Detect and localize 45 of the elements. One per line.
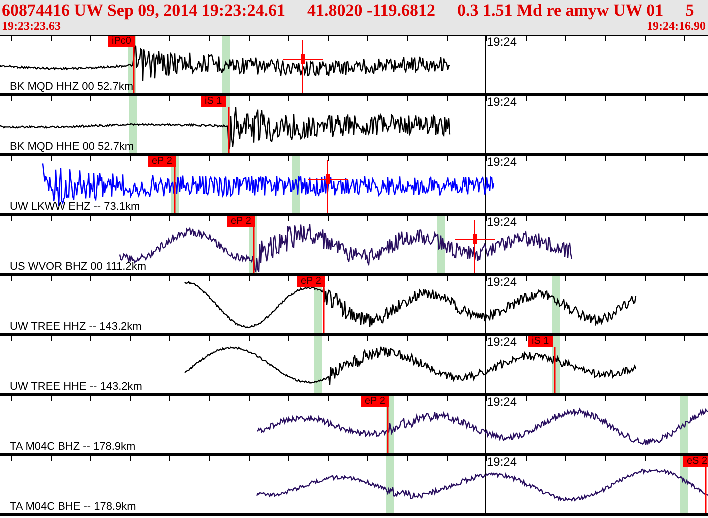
phase-pick-flag[interactable]: iS 1 bbox=[201, 96, 226, 107]
pick-window-band bbox=[222, 36, 230, 93]
time-label: 19:24 bbox=[487, 276, 518, 289]
phase-pick-flag[interactable]: eP 2 bbox=[297, 276, 326, 287]
pick-line bbox=[228, 107, 230, 153]
time-label: 19:24 bbox=[487, 396, 518, 409]
channel-label: TA M04C BHZ -- 178.9km bbox=[10, 441, 136, 453]
event-info-text: 41.8020 -119.6812 bbox=[308, 2, 436, 20]
time-label: 19:24 bbox=[487, 96, 518, 109]
pick-line bbox=[133, 47, 135, 93]
pick-line bbox=[554, 347, 556, 393]
pick-window-band bbox=[386, 456, 394, 513]
channel-label: TA M04C BHE -- 178.9km bbox=[10, 501, 136, 513]
event-info-text: 0.3 1.51 Md re amyw UW 01 bbox=[457, 2, 664, 20]
phase-pick-flag[interactable]: eP 2 bbox=[227, 216, 256, 227]
time-label: 19:24 bbox=[487, 156, 518, 169]
time-label: 19:24 bbox=[487, 216, 518, 229]
channel-label: UW TREE HHZ -- 143.2km bbox=[10, 321, 142, 333]
phase-pick-flag[interactable]: iS 1 bbox=[528, 336, 554, 347]
channel-label: BK MQD HHZ 00 52.7km bbox=[10, 81, 134, 93]
pick-line bbox=[323, 287, 325, 333]
error-bar-marker bbox=[282, 40, 324, 93]
pick-window-band bbox=[680, 396, 688, 453]
time-label: 19:24 bbox=[487, 336, 518, 349]
pick-line bbox=[253, 227, 255, 273]
channel-label: US WVOR BHZ 00 111.2km bbox=[10, 261, 147, 273]
pick-line bbox=[705, 467, 707, 513]
pick-window-band bbox=[314, 336, 322, 393]
pick-line bbox=[387, 407, 389, 453]
time-label: 19:24 bbox=[487, 456, 518, 469]
channel-label: UW TREE HHE -- 143.2km bbox=[10, 381, 142, 393]
event-info-text: 60874416 UW Sep 09, 2014 19:23:24.61 bbox=[2, 2, 286, 20]
phase-pick-flag[interactable]: eP 2 bbox=[361, 396, 390, 407]
error-bar-marker bbox=[308, 160, 348, 213]
channel-label: UW LKWW EHZ -- 73.1km bbox=[10, 201, 140, 213]
phase-pick-flag[interactable]: iPc0 bbox=[108, 36, 136, 47]
end-time: 19:24:16.90 bbox=[647, 20, 706, 33]
event-info-text: 5 bbox=[686, 2, 694, 20]
time-label: 19:24 bbox=[487, 36, 518, 49]
channel-label: BK MQD HHE 00 52.7km bbox=[10, 141, 134, 153]
start-time: 19:23:23.63 bbox=[2, 20, 61, 33]
pick-line bbox=[174, 167, 176, 213]
phase-pick-flag[interactable]: eP 2 bbox=[148, 156, 176, 167]
phase-pick-flag[interactable]: eS 2 bbox=[683, 456, 708, 467]
pick-window-band bbox=[552, 276, 560, 333]
